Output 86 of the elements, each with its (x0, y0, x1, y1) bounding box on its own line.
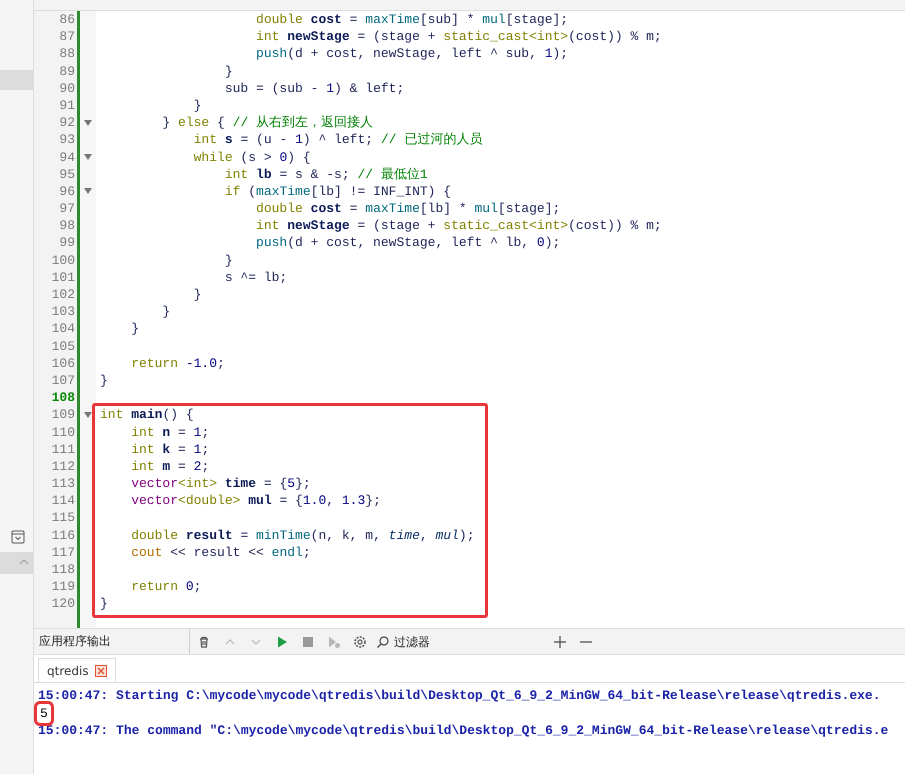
line-number: 96 (58, 182, 76, 200)
line-number: 119 (50, 578, 76, 596)
line-number: 107 (50, 372, 76, 390)
line-number: 91 (58, 96, 76, 114)
code-line: cout << result << endl; (130, 544, 311, 562)
panel-title: 应用程序输出 (34, 629, 190, 654)
line-number: 88 (58, 45, 76, 63)
chevron-up-icon[interactable] (19, 558, 29, 566)
line-number: 89 (58, 62, 76, 80)
code-line: if (maxTime[lb] != INF_INT) { (224, 182, 452, 200)
code-line: int n = 1; (130, 424, 210, 441)
collapse-icon[interactable] (11, 530, 25, 544)
line-number: 112 (50, 458, 76, 476)
code-line: } (224, 252, 233, 269)
code-line: vector<int> time = {5}; (130, 475, 311, 492)
line-number: 100 (50, 252, 76, 269)
line-number: 102 (50, 286, 76, 304)
line-number: 117 (50, 544, 76, 562)
code-line: } (192, 286, 202, 304)
code-line: s ^= lb; (224, 268, 288, 286)
fold-arrow-icon[interactable] (84, 154, 92, 160)
line-number: 108 (50, 389, 76, 406)
line-number: 114 (50, 492, 76, 510)
output-tab[interactable]: qtredis (38, 658, 116, 682)
line-number: 92 (58, 114, 76, 132)
run-debug-icon (327, 634, 341, 648)
line-number: 106 (50, 354, 76, 372)
code-line: push(d + cost, newStage, left ^ sub, 1); (255, 45, 568, 63)
code-line: return 0; (130, 578, 202, 596)
line-number: 87 (58, 28, 76, 46)
code-line: double cost = maxTime[sub] * mul[stage]; (255, 11, 568, 28)
code-line: while (s > 0) { (192, 148, 311, 166)
code-line: } (100, 595, 108, 613)
line-number: 105 (50, 338, 76, 355)
line-number: 94 (58, 148, 76, 166)
fold-arrow-icon[interactable] (84, 120, 92, 126)
code-line: } (130, 320, 140, 338)
fold-arrow-icon[interactable] (84, 412, 92, 418)
line-number: 97 (58, 200, 76, 218)
code-line: int s = (u - 1) ^ left; // 已过河的人员 (192, 131, 482, 149)
stop-icon (301, 634, 315, 648)
code-line: int newStage = (stage + static_cast<int>(cost)) % m; (255, 217, 662, 234)
line-number: 98 (58, 217, 76, 234)
code-line: int m = 2; (130, 458, 210, 476)
close-icon[interactable] (94, 664, 107, 676)
line-number: 86 (58, 11, 76, 28)
line-number: 101 (50, 268, 76, 286)
play-icon (275, 634, 289, 648)
code-line: } (224, 62, 233, 80)
line-number: 120 (50, 595, 76, 613)
code-line: } else { // 从右到左，返回接人 (161, 114, 374, 132)
code-line: int newStage = (stage + static_cast<int>(cost)) % m; (255, 28, 662, 46)
code-line: } (161, 303, 170, 320)
code-line: int main() { (100, 406, 194, 424)
line-number: 99 (58, 234, 76, 252)
line-number: 109 (50, 406, 76, 424)
line-number: 118 (50, 561, 76, 578)
output-line: 15:00:47: Starting C:\mycode\mycode\qtredis\build\Desktop_Qt_6_9_2_MinGW_64_bit-Release\release\qtredis.exe. (38, 687, 881, 704)
minus-icon (579, 640, 593, 642)
trash-icon (197, 634, 211, 648)
search-icon (376, 634, 390, 648)
code-line: int k = 1; (130, 440, 210, 458)
output-line: 15:00:47: The command "C:\mycode\mycode\qtredis\build\Desktop_Qt_6_9_2_MinGW_64_bit-Release\release\qtredis.e (38, 722, 888, 740)
code-line: return -1.0; (130, 354, 225, 372)
line-number: 90 (58, 80, 76, 97)
settings-icon (353, 634, 367, 648)
fold-arrow-icon[interactable] (84, 188, 92, 194)
code-line: push(d + cost, newStage, left ^ lb, 0); (255, 234, 560, 252)
line-number: 110 (50, 424, 76, 441)
code-line: int lb = s & -s; // 最低位1 (224, 166, 428, 183)
line-number: 113 (50, 475, 76, 492)
line-number: 103 (50, 303, 76, 320)
code-line: sub = (sub - 1) & left; (224, 80, 404, 97)
line-number: 95 (58, 166, 76, 183)
plus-icon (553, 634, 567, 648)
line-number: 116 (50, 526, 76, 544)
code-line: double cost = maxTime[lb] * mul[stage]; (255, 200, 560, 218)
filter-field[interactable]: 过滤器 (394, 634, 524, 648)
line-number: 115 (50, 509, 76, 527)
code-line: } (100, 372, 108, 390)
line-number: 111 (50, 440, 76, 458)
code-line: double result = minTime(n, k, m, time, mul); (130, 526, 475, 544)
code-line: vector<double> mul = {1.0, 1.3}; (130, 492, 381, 510)
line-number: 93 (58, 131, 76, 149)
line-number: 104 (50, 320, 76, 338)
code-line: } (192, 96, 202, 114)
